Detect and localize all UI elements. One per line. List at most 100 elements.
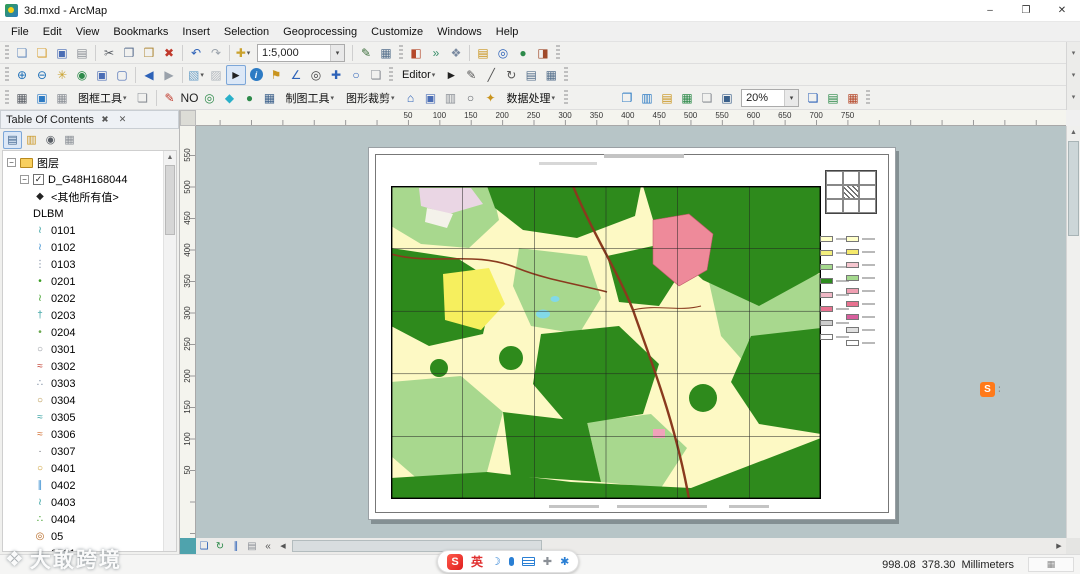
green-globe-icon[interactable]: ●	[240, 88, 260, 108]
list-by-selection-icon[interactable]: ▦	[60, 131, 79, 149]
sogou-mini-logo-icon[interactable]: S	[980, 382, 995, 397]
undo-icon[interactable]: ↶	[186, 43, 206, 63]
scroll-up-icon[interactable]: ▲	[1067, 126, 1080, 139]
droplet-icon[interactable]: ◆	[220, 88, 240, 108]
identify-icon[interactable]: i	[246, 65, 266, 85]
panel-tools-icon-2[interactable]: ▥	[637, 88, 657, 108]
toolbar-grip[interactable]	[564, 67, 569, 82]
pan-icon[interactable]: ✳	[52, 65, 72, 85]
flash-tool-icon[interactable]: ✦	[481, 88, 501, 108]
toc-item-<其他所有值>[interactable]: ◆ <其他所有值>	[3, 188, 176, 205]
minimize-button[interactable]: –	[972, 0, 1008, 21]
zoom-page-icon[interactable]: ❏	[803, 88, 823, 108]
scrollbar-thumb[interactable]	[1068, 141, 1079, 236]
select-elements-icon[interactable]: ►	[226, 64, 246, 85]
sogou-logo-icon[interactable]: S	[447, 553, 463, 570]
chevron-down-icon[interactable]: ▾	[784, 89, 799, 106]
sketch-red-icon[interactable]: ✎	[160, 88, 180, 108]
editor-sketch-icon[interactable]: ✎	[461, 65, 481, 85]
select-features-icon[interactable]: ▧ ▾	[186, 65, 206, 85]
circle-tool-icon[interactable]: ○	[461, 88, 481, 108]
toc-item-0306[interactable]: ≈0306	[3, 426, 176, 443]
wrench-icon[interactable]: ✱	[560, 555, 569, 568]
zoom-percent-combo-value[interactable]: 20%	[742, 92, 784, 104]
moon-icon[interactable]: ☽	[491, 555, 501, 568]
microphone-icon[interactable]	[508, 557, 514, 566]
toc-item-0404[interactable]: ∴ 0404	[3, 511, 176, 528]
collapse-controls-icon[interactable]: «	[260, 539, 276, 553]
editor-split-icon[interactable]: ╱	[481, 65, 501, 85]
toc-scrollbar[interactable]: ▲	[163, 151, 176, 551]
forward-extent-icon[interactable]: ▶	[159, 65, 179, 85]
editor-menu[interactable]: Editor ▾	[396, 67, 441, 83]
panel-tools-icon-1[interactable]: ❐	[617, 88, 637, 108]
toolbar-overflow-icon[interactable]: ▾	[1067, 86, 1080, 108]
panel-tools-icon-3[interactable]: ▤	[657, 88, 677, 108]
list-by-visibility-icon[interactable]: ◉	[41, 131, 60, 149]
restore-button[interactable]: ❐	[1008, 0, 1044, 21]
toolbar-grip[interactable]	[5, 45, 9, 60]
zoom-whole-page-icon[interactable]: ❏	[196, 539, 212, 553]
data-frame-icon[interactable]: ▣	[32, 88, 52, 108]
menu-selection[interactable]: Selection	[217, 24, 276, 40]
attribute-table-icon[interactable]: ▦	[376, 43, 396, 63]
vertical-scrollbar[interactable]: ▲	[1066, 126, 1080, 538]
chevron-down-icon[interactable]: ▾	[330, 44, 344, 61]
menu-windows[interactable]: Windows	[430, 24, 489, 40]
toc-item-0103[interactable]: ⋮ 0103	[3, 256, 176, 273]
delete-icon[interactable]: ✖	[159, 43, 179, 63]
menu-file[interactable]: File	[4, 24, 36, 40]
toc-item-0301[interactable]: ○ 0301	[3, 341, 176, 358]
toolbar-grip[interactable]	[399, 45, 403, 60]
map-scale-combo-value[interactable]: 1:5,000	[258, 47, 330, 59]
copy-icon[interactable]: ❐	[119, 43, 139, 63]
toolbar-overflow-icon[interactable]: ▾	[1067, 64, 1080, 86]
ime-float-indicator[interactable]: S ∶	[980, 382, 1001, 397]
status-grid-icon[interactable]: ▦	[1028, 557, 1074, 572]
expand-collapse-icon[interactable]: −	[20, 175, 29, 184]
toc-item-0303[interactable]: ∴ 0303	[3, 375, 176, 392]
polygon-tool-icon[interactable]: ⌂	[401, 88, 421, 108]
scroll-left-icon[interactable]: ◀	[276, 539, 290, 553]
menu-edit[interactable]: Edit	[36, 24, 69, 40]
editor-attributes-icon[interactable]: ▤	[521, 65, 541, 85]
scrollbar-thumb[interactable]	[165, 165, 175, 235]
panel-tools-icon-6[interactable]: ▣	[717, 88, 737, 108]
cut-icon[interactable]: ✂	[99, 43, 119, 63]
close-button[interactable]: ✕	[1044, 0, 1080, 21]
viewer-window-icon[interactable]: ❏	[366, 65, 386, 85]
layout-extra-icon-1[interactable]: ▤	[823, 88, 843, 108]
layout-extra-icon-2[interactable]: ▦	[843, 88, 863, 108]
time-slider-icon[interactable]: ○	[346, 65, 366, 85]
menu-view[interactable]: View	[69, 24, 107, 40]
toolbar-grip[interactable]	[866, 90, 871, 105]
add-data-icon[interactable]: ✚ ▾	[233, 43, 253, 63]
toc-item-DLBM[interactable]: DLBM	[3, 205, 176, 222]
full-extent-icon[interactable]: ◉	[72, 65, 92, 85]
toc-item-0101[interactable]: ≀ 0101	[3, 222, 176, 239]
html-popup-icon[interactable]: ⚑	[266, 65, 286, 85]
toolbar-grip[interactable]	[564, 90, 569, 105]
fixed-zoom-out-icon[interactable]: ▢	[112, 65, 132, 85]
layout-page[interactable]	[368, 147, 896, 520]
refresh-view-icon[interactable]: ↻	[212, 539, 228, 553]
toolbar-grip[interactable]	[5, 67, 9, 82]
editor-rotate-icon[interactable]: ↻	[501, 65, 521, 85]
frame-select-icon[interactable]: ❏	[133, 88, 153, 108]
frame-tools-menu[interactable]: 图框工具 ▾	[72, 88, 133, 108]
scroll-up-icon[interactable]: ▲	[164, 151, 176, 164]
toc-item-0402[interactable]: ∥ 0402	[3, 477, 176, 494]
toolbar-grip[interactable]	[556, 45, 560, 60]
editor-arrow-icon[interactable]: ►	[441, 65, 461, 85]
list-by-source-icon[interactable]: ▥	[22, 131, 41, 149]
menu-bookmarks[interactable]: Bookmarks	[106, 24, 175, 40]
open-icon[interactable]: ❏	[32, 43, 52, 63]
toolbar-grip[interactable]	[5, 90, 9, 105]
scroll-right-icon[interactable]: ▶	[1052, 539, 1066, 553]
toc-item-D_G48H168044[interactable]: − ✓ D_G48H168044	[3, 171, 176, 188]
expand-collapse-icon[interactable]: −	[7, 158, 16, 167]
menu-customize[interactable]: Customize	[364, 24, 430, 40]
toc-item-0204[interactable]: • 0204	[3, 324, 176, 341]
layout-canvas[interactable]	[196, 126, 1066, 538]
toc-header[interactable]: Table Of Contents ✚ ✕	[0, 110, 179, 129]
